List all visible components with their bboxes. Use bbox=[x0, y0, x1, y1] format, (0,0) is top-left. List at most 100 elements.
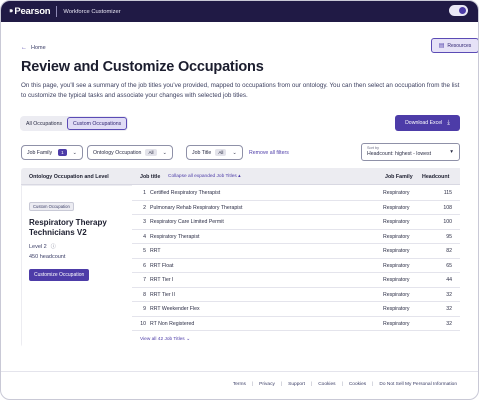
row-job-title: Respiratory Care Limited Permit bbox=[150, 219, 224, 225]
view-all-label: View all 42 Job Titles bbox=[140, 337, 185, 342]
custom-occupation-tag: Custom Occupation bbox=[29, 202, 74, 211]
row-headcount: 32 bbox=[446, 320, 452, 327]
row-job-family: Respiratory bbox=[383, 291, 410, 298]
remove-all-filters-link[interactable]: Remove all filters bbox=[249, 150, 289, 156]
top-bar: ⁍ Pearson Workforce Customizer bbox=[1, 1, 478, 22]
occupation-headcount: 450 headcount bbox=[29, 254, 66, 260]
tab-custom-occupations[interactable]: Custom Occupations bbox=[67, 117, 128, 130]
pearson-logo[interactable]: ⁍ Pearson bbox=[9, 6, 51, 17]
table-row[interactable]: 6 RRT Float Respiratory 65 bbox=[132, 259, 460, 273]
theme-toggle[interactable] bbox=[449, 5, 468, 16]
row-job-title: Respiratory Therapist bbox=[150, 233, 200, 240]
header-divider bbox=[56, 6, 58, 17]
footer-link[interactable]: Cookies bbox=[318, 382, 335, 387]
row-job-title: RRT Float bbox=[150, 262, 174, 269]
app-title: Workforce Customizer bbox=[63, 8, 121, 15]
chevron-down-icon: ⌄ bbox=[232, 149, 237, 156]
col-headcount: Headcount bbox=[422, 174, 450, 180]
chevron-down-icon: ⌄ bbox=[162, 149, 167, 156]
row-number: 8 bbox=[143, 291, 146, 298]
table-row[interactable]: 1 Certified Respiratory Therapist Respirat… bbox=[132, 186, 460, 201]
footer-separator: | bbox=[372, 382, 374, 387]
occupation-panel-header: Ontology Occupation and Level bbox=[21, 168, 132, 185]
row-number: 3 bbox=[143, 219, 146, 225]
row-headcount: 108 bbox=[443, 204, 452, 211]
footer-links: Terms | Privacy | Support | Cookies | Cookies | Do… bbox=[233, 382, 457, 387]
row-headcount: 115 bbox=[443, 190, 452, 196]
tab-all-occupations[interactable]: All Occupations bbox=[21, 117, 67, 130]
table-row[interactable]: 2 Pulmonary Rehab Respiratory Therapist Re… bbox=[132, 201, 460, 215]
col-job-title: Job title bbox=[140, 174, 161, 180]
job-title-value-badge: All bbox=[215, 149, 227, 156]
page-title: Review and Customize Occupations bbox=[21, 59, 264, 75]
arrow-left-icon: ← bbox=[21, 45, 27, 51]
collapse-all-link[interactable]: Collapse all expanded Job Titles ▴ bbox=[168, 174, 241, 179]
row-headcount: 32 bbox=[446, 291, 452, 298]
download-excel-button[interactable]: Download Excel ⤓ bbox=[395, 115, 460, 131]
ontology-value-badge: All bbox=[145, 149, 157, 156]
customize-occupation-button[interactable]: Customize Occupation bbox=[29, 269, 90, 281]
download-label: Download Excel bbox=[405, 120, 443, 126]
footer-link[interactable]: Do Not Sell My Personal Information bbox=[379, 382, 457, 387]
table-row[interactable]: 10 RT Non Registered Respiratory 32 bbox=[132, 317, 460, 331]
occupation-level: Level 2 ⓘ bbox=[29, 243, 132, 251]
row-job-title: Pulmonary Rehab Respiratory Therapist bbox=[150, 204, 243, 211]
row-headcount: 65 bbox=[446, 262, 452, 269]
row-job-family: Respiratory bbox=[383, 277, 410, 283]
row-number: 6 bbox=[143, 262, 146, 269]
job-family-count-badge: 1 bbox=[58, 149, 67, 156]
footer-link[interactable]: Privacy bbox=[259, 382, 275, 387]
row-job-family: Respiratory bbox=[383, 204, 410, 211]
row-job-family: Respiratory bbox=[383, 190, 410, 196]
book-icon: ▤ bbox=[438, 43, 445, 49]
collapse-label: Collapse all expanded Job Titles bbox=[168, 174, 237, 179]
row-headcount: 82 bbox=[446, 248, 452, 254]
row-job-title: RRT bbox=[150, 248, 161, 254]
row-headcount: 44 bbox=[446, 277, 452, 283]
footer-link[interactable]: Cookies bbox=[349, 382, 366, 387]
ontology-occupation-filter[interactable]: Ontology Occupation All ⌄ bbox=[87, 145, 173, 160]
footer-divider bbox=[1, 371, 478, 372]
row-number: 5 bbox=[143, 248, 146, 254]
table-row[interactable]: 8 RRT Tier II Respiratory 32 bbox=[132, 288, 460, 302]
sort-label: Sort by bbox=[367, 146, 380, 150]
footer-separator: | bbox=[341, 382, 343, 387]
table-row[interactable]: 3 Respiratory Care Limited Permit Respirat… bbox=[132, 215, 460, 230]
job-family-filter[interactable]: Job Family 1 ⌄ bbox=[21, 145, 83, 160]
view-all-job-titles-link[interactable]: View all 42 Job Titles ⌄ bbox=[140, 337, 190, 342]
pearson-mark-icon: ⁍ bbox=[9, 6, 14, 16]
chevron-down-icon: ⌄ bbox=[186, 337, 191, 342]
job-title-filter[interactable]: Job Title All ⌄ bbox=[186, 145, 243, 160]
row-number: 1 bbox=[143, 190, 146, 196]
row-headcount: 32 bbox=[446, 306, 452, 312]
page-intro: On this page, you'll see a summary of th… bbox=[21, 82, 460, 99]
row-number: 9 bbox=[143, 306, 146, 312]
table-header: Job title Collapse all expanded Job Titl… bbox=[132, 168, 460, 185]
back-home-link[interactable]: ← Home bbox=[21, 45, 46, 51]
footer-link[interactable]: Terms bbox=[233, 382, 246, 387]
resources-label: Resources bbox=[447, 42, 472, 49]
occupation-card: Custom Occupation Respiratory Therapy Te… bbox=[22, 186, 132, 347]
caret-up-icon: ▴ bbox=[238, 174, 241, 179]
app-window: ⁍ Pearson Workforce Customizer ▤ Resourc… bbox=[0, 0, 479, 400]
table-row[interactable]: 7 RRT Tier I Respiratory 44 bbox=[132, 273, 460, 288]
footer-separator: | bbox=[251, 382, 254, 387]
chevron-down-icon: ⌄ bbox=[72, 149, 77, 156]
job-title-label: Job Title bbox=[192, 149, 212, 156]
row-job-family: Respiratory bbox=[383, 262, 410, 269]
row-job-family: Respiratory bbox=[383, 320, 410, 327]
resources-button[interactable]: ▤ Resources bbox=[431, 38, 478, 53]
row-job-title: Certified Respiratory Therapist bbox=[150, 190, 221, 196]
table-row[interactable]: 4 Respiratory Therapist Respiratory 95 bbox=[132, 230, 460, 244]
table-row[interactable]: 9 RRT Weekender Flex Respiratory 32 bbox=[132, 302, 460, 317]
table-row[interactable]: 5 RRT Respiratory 82 bbox=[132, 244, 460, 259]
ontology-label: Ontology Occupation bbox=[93, 149, 142, 156]
toggle-knob-icon bbox=[459, 7, 466, 14]
info-icon[interactable]: ⓘ bbox=[51, 243, 56, 250]
footer-link[interactable]: Support bbox=[288, 382, 305, 387]
row-job-family: Respiratory bbox=[383, 219, 410, 225]
row-job-family: Respiratory bbox=[383, 233, 410, 240]
footer-separator: | bbox=[310, 382, 313, 387]
sort-select[interactable]: Sort by Headcount: highest - lowest ▾ bbox=[361, 143, 460, 161]
row-job-title: RRT Tier II bbox=[150, 291, 175, 298]
